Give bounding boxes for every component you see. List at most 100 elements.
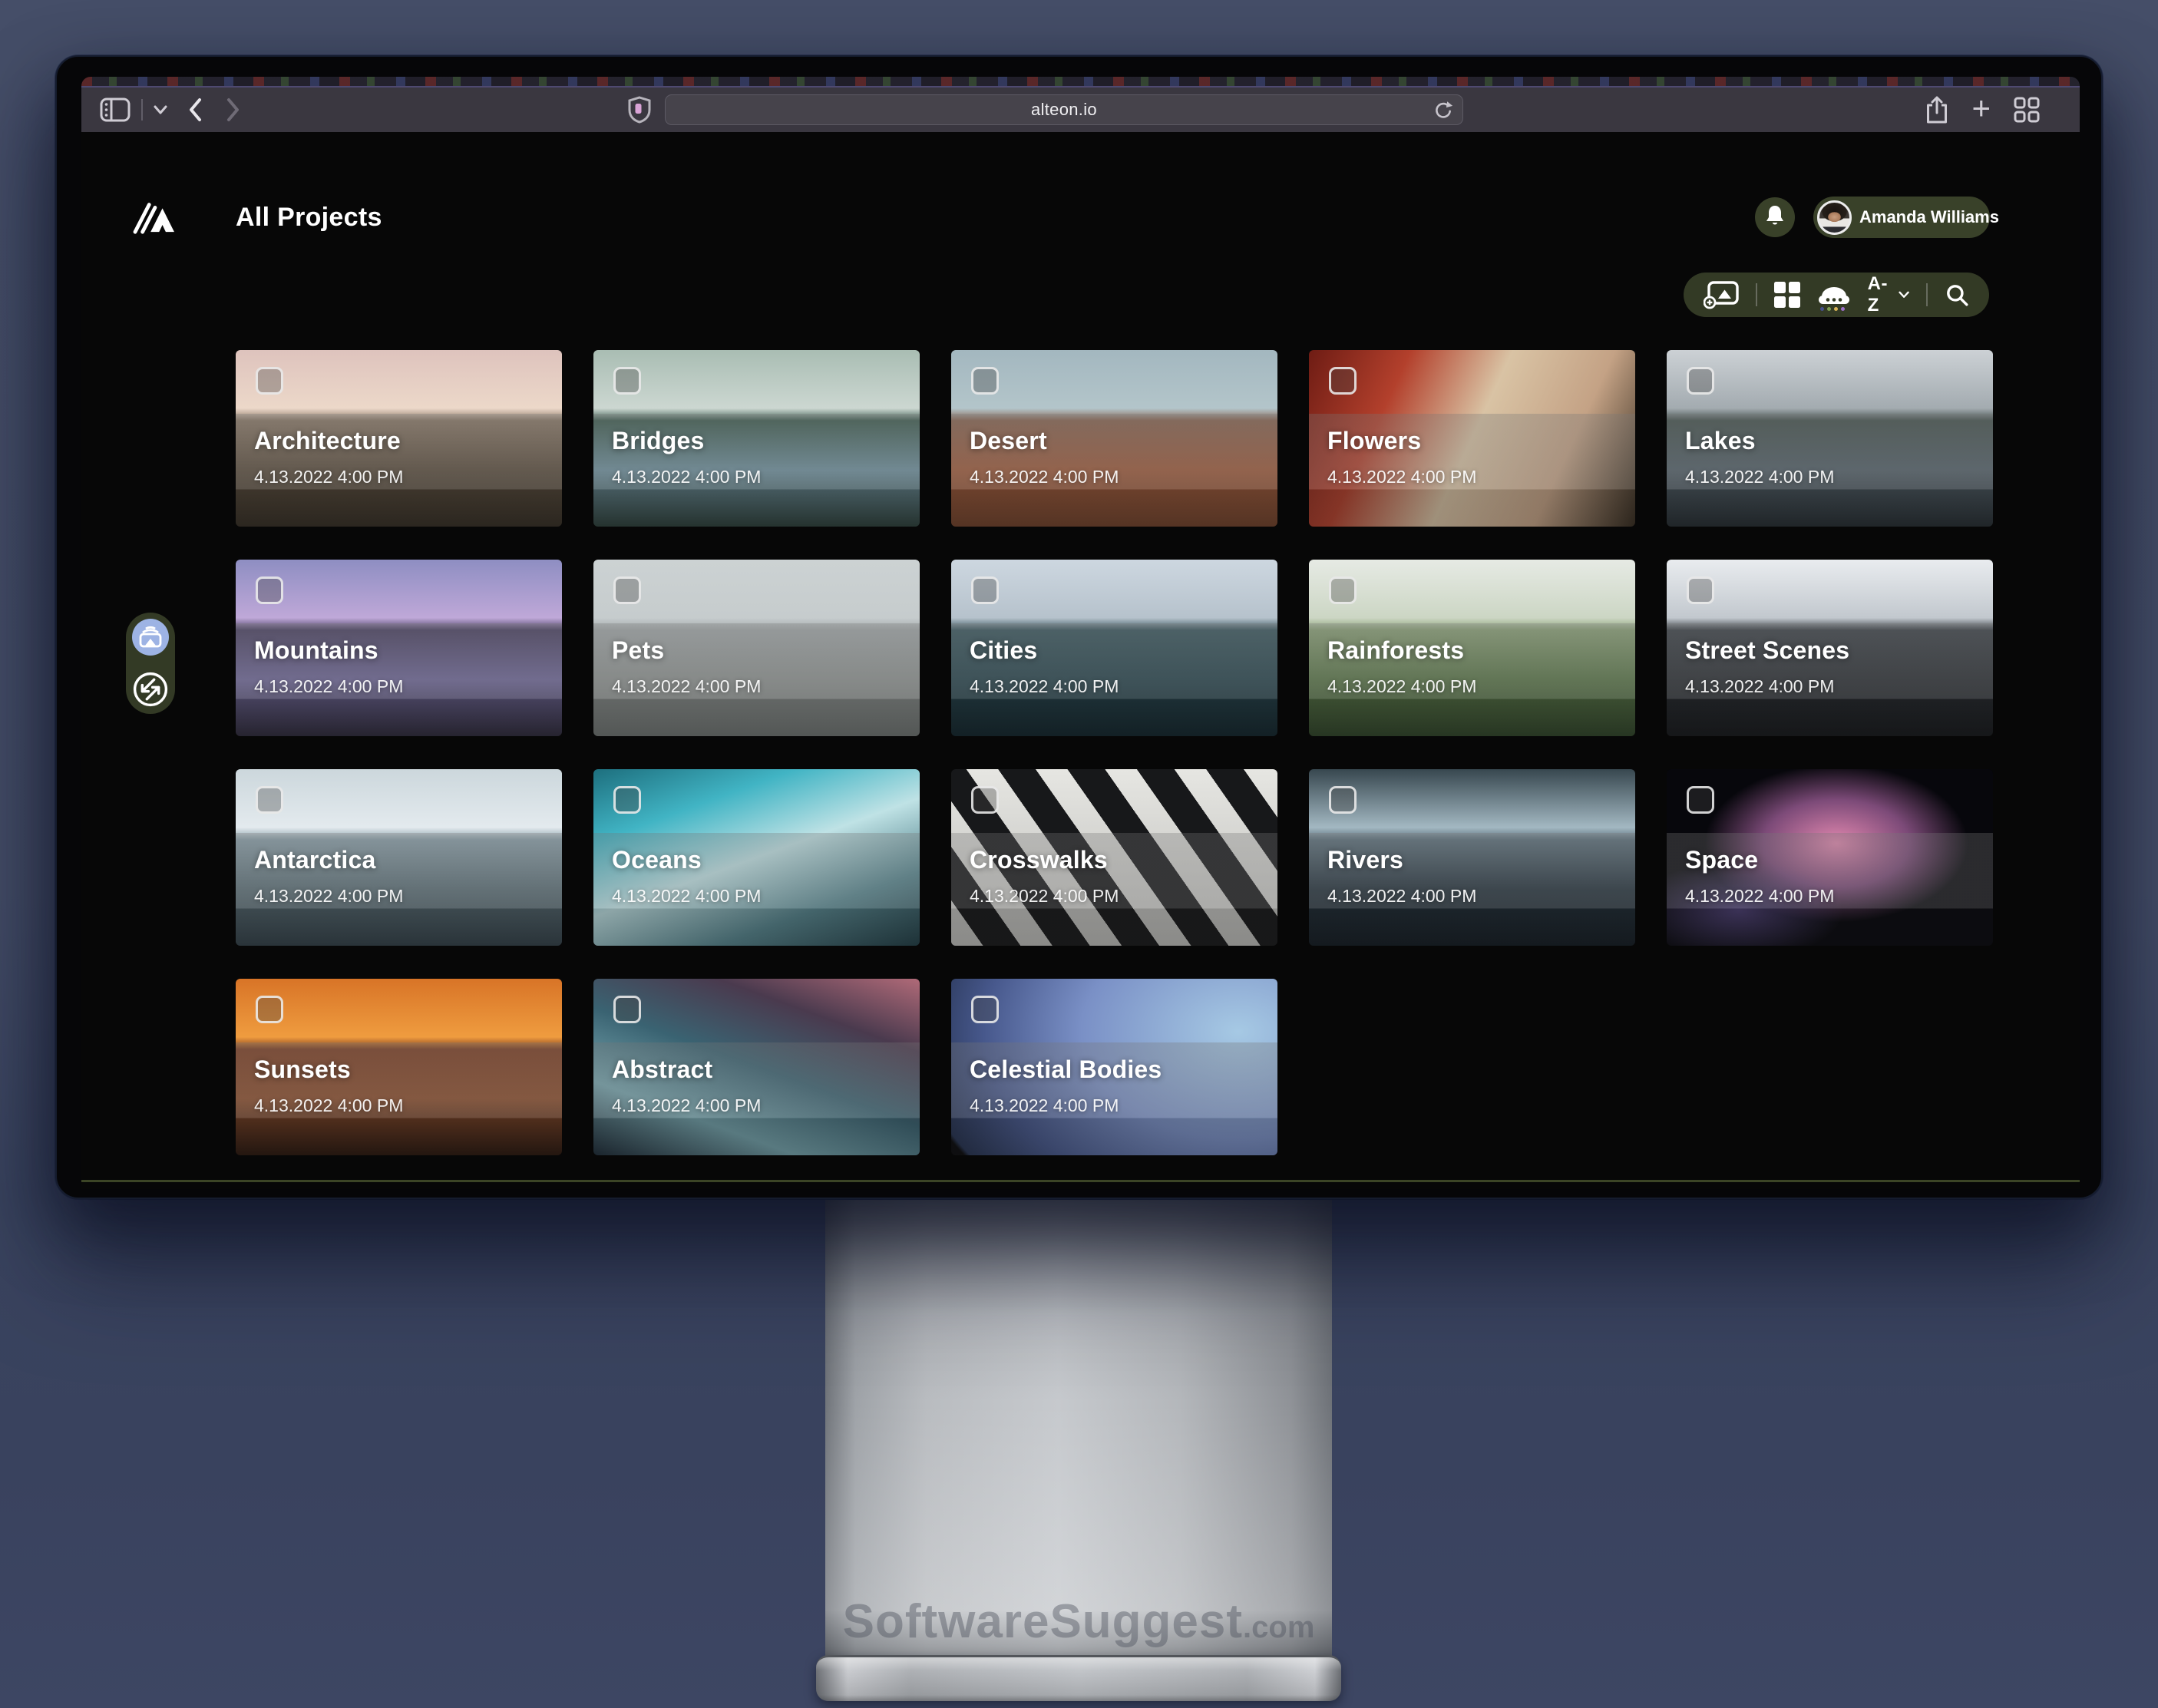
grid-view-icon[interactable] <box>1774 282 1800 308</box>
card-checkbox[interactable] <box>1687 576 1714 604</box>
project-card[interactable]: Sunsets 4.13.2022 4:00 PM <box>236 979 562 1155</box>
project-card[interactable]: Lakes 4.13.2022 4:00 PM <box>1667 350 1993 527</box>
project-card[interactable]: Desert 4.13.2022 4:00 PM <box>951 350 1277 527</box>
project-title: Abstract <box>612 1056 712 1084</box>
project-title: Crosswalks <box>970 846 1108 874</box>
sync-arrows-button[interactable] <box>132 671 169 708</box>
card-checkbox[interactable] <box>256 996 283 1023</box>
page-title: All Projects <box>236 203 382 233</box>
sort-dropdown[interactable]: A-Z <box>1868 273 1910 316</box>
project-title: Rivers <box>1327 846 1403 874</box>
project-date: 4.13.2022 4:00 PM <box>970 1095 1119 1116</box>
project-date: 4.13.2022 4:00 PM <box>612 1095 761 1116</box>
user-name: Amanda Williams <box>1859 207 1999 227</box>
project-card[interactable]: Flowers 4.13.2022 4:00 PM <box>1309 350 1635 527</box>
project-title: Mountains <box>254 636 378 665</box>
url-text: alteon.io <box>1031 100 1097 120</box>
project-card[interactable]: Architecture 4.13.2022 4:00 PM <box>236 350 562 527</box>
project-card[interactable]: Bridges 4.13.2022 4:00 PM <box>593 350 920 527</box>
project-title: Rainforests <box>1327 636 1464 665</box>
site-content: All Projects Amanda Williams <box>81 132 2080 1189</box>
toolbar-divider <box>141 99 143 121</box>
project-title: Flowers <box>1327 427 1421 455</box>
card-checkbox[interactable] <box>1329 576 1357 604</box>
avatar <box>1817 200 1852 235</box>
new-tab-icon[interactable]: + <box>1971 93 1991 124</box>
project-card[interactable]: Oceans 4.13.2022 4:00 PM <box>593 769 920 946</box>
project-card[interactable]: Crosswalks 4.13.2022 4:00 PM <box>951 769 1277 946</box>
watermark-tld: .com <box>1243 1611 1314 1644</box>
project-date: 4.13.2022 4:00 PM <box>254 886 403 907</box>
project-card[interactable]: Space 4.13.2022 4:00 PM <box>1667 769 1993 946</box>
project-title: Lakes <box>1685 427 1756 455</box>
alteon-logo-icon[interactable] <box>131 197 178 239</box>
sync-arrows-icon <box>132 671 169 708</box>
browser-window: alteon.io + All Projects <box>81 77 2080 1189</box>
card-checkbox[interactable] <box>971 996 999 1023</box>
reload-icon[interactable] <box>1433 101 1453 121</box>
search-icon[interactable] <box>1945 282 1969 307</box>
forward-icon[interactable] <box>226 97 241 122</box>
monitor-stand-base <box>816 1655 1341 1701</box>
card-checkbox[interactable] <box>613 786 641 814</box>
card-checkbox[interactable] <box>971 576 999 604</box>
chevron-down-icon <box>1899 290 1909 299</box>
project-date: 4.13.2022 4:00 PM <box>612 676 761 697</box>
project-card[interactable]: Rivers 4.13.2022 4:00 PM <box>1309 769 1635 946</box>
tab-chevron-icon[interactable] <box>154 105 167 114</box>
toolbar-divider <box>1756 283 1757 306</box>
sidebar-toggle-icon[interactable] <box>100 97 131 122</box>
floating-dock <box>126 613 175 714</box>
project-card[interactable]: Pets 4.13.2022 4:00 PM <box>593 560 920 736</box>
project-date: 4.13.2022 4:00 PM <box>254 676 403 697</box>
card-checkbox[interactable] <box>256 367 283 395</box>
add-media-icon[interactable] <box>1704 280 1739 309</box>
card-checkbox[interactable] <box>1329 786 1357 814</box>
project-grid: Architecture 4.13.2022 4:00 PM Bridges 4… <box>236 350 1993 1155</box>
card-checkbox[interactable] <box>1329 367 1357 395</box>
stacked-view-icon[interactable] <box>1817 284 1851 306</box>
project-date: 4.13.2022 4:00 PM <box>1327 886 1476 907</box>
project-title: Space <box>1685 846 1758 874</box>
project-date: 4.13.2022 4:00 PM <box>970 886 1119 907</box>
user-menu[interactable]: Amanda Williams <box>1813 197 1990 238</box>
project-date: 4.13.2022 4:00 PM <box>612 467 761 487</box>
address-bar[interactable]: alteon.io <box>665 94 1463 125</box>
card-checkbox[interactable] <box>256 786 283 814</box>
browser-toolbar: alteon.io + <box>81 88 2080 132</box>
card-checkbox[interactable] <box>1687 367 1714 395</box>
project-date: 4.13.2022 4:00 PM <box>1327 676 1476 697</box>
project-card[interactable]: Celestial Bodies 4.13.2022 4:00 PM <box>951 979 1277 1155</box>
card-checkbox[interactable] <box>613 367 641 395</box>
card-checkbox[interactable] <box>613 996 641 1023</box>
project-title: Pets <box>612 636 664 665</box>
card-checkbox[interactable] <box>613 576 641 604</box>
project-card[interactable]: Rainforests 4.13.2022 4:00 PM <box>1309 560 1635 736</box>
monitor-stand: SoftwareSuggest.com <box>825 1194 1332 1657</box>
notifications-button[interactable] <box>1755 197 1795 237</box>
project-date: 4.13.2022 4:00 PM <box>1685 886 1834 907</box>
project-card[interactable]: Street Scenes 4.13.2022 4:00 PM <box>1667 560 1993 736</box>
share-icon[interactable] <box>1925 95 1948 124</box>
tab-overview-icon[interactable] <box>2014 97 2040 123</box>
media-stack-button[interactable] <box>132 619 169 656</box>
card-checkbox[interactable] <box>971 786 999 814</box>
project-card[interactable]: Cities 4.13.2022 4:00 PM <box>951 560 1277 736</box>
project-date: 4.13.2022 4:00 PM <box>970 676 1119 697</box>
card-checkbox[interactable] <box>971 367 999 395</box>
project-title: Street Scenes <box>1685 636 1849 665</box>
project-card[interactable]: Antarctica 4.13.2022 4:00 PM <box>236 769 562 946</box>
project-card[interactable]: Mountains 4.13.2022 4:00 PM <box>236 560 562 736</box>
card-checkbox[interactable] <box>1687 786 1714 814</box>
privacy-shield-icon[interactable] <box>628 96 651 124</box>
browser-tab-strip <box>81 77 2080 88</box>
project-date: 4.13.2022 4:00 PM <box>254 1095 403 1116</box>
monitor: alteon.io + All Projects <box>55 55 2103 1199</box>
watermark: SoftwareSuggest.com <box>843 1594 1315 1649</box>
project-date: 4.13.2022 4:00 PM <box>1327 467 1476 487</box>
project-title: Desert <box>970 427 1047 455</box>
card-checkbox[interactable] <box>256 576 283 604</box>
sort-label: A-Z <box>1868 273 1893 316</box>
back-icon[interactable] <box>187 97 203 122</box>
project-card[interactable]: Abstract 4.13.2022 4:00 PM <box>593 979 920 1155</box>
